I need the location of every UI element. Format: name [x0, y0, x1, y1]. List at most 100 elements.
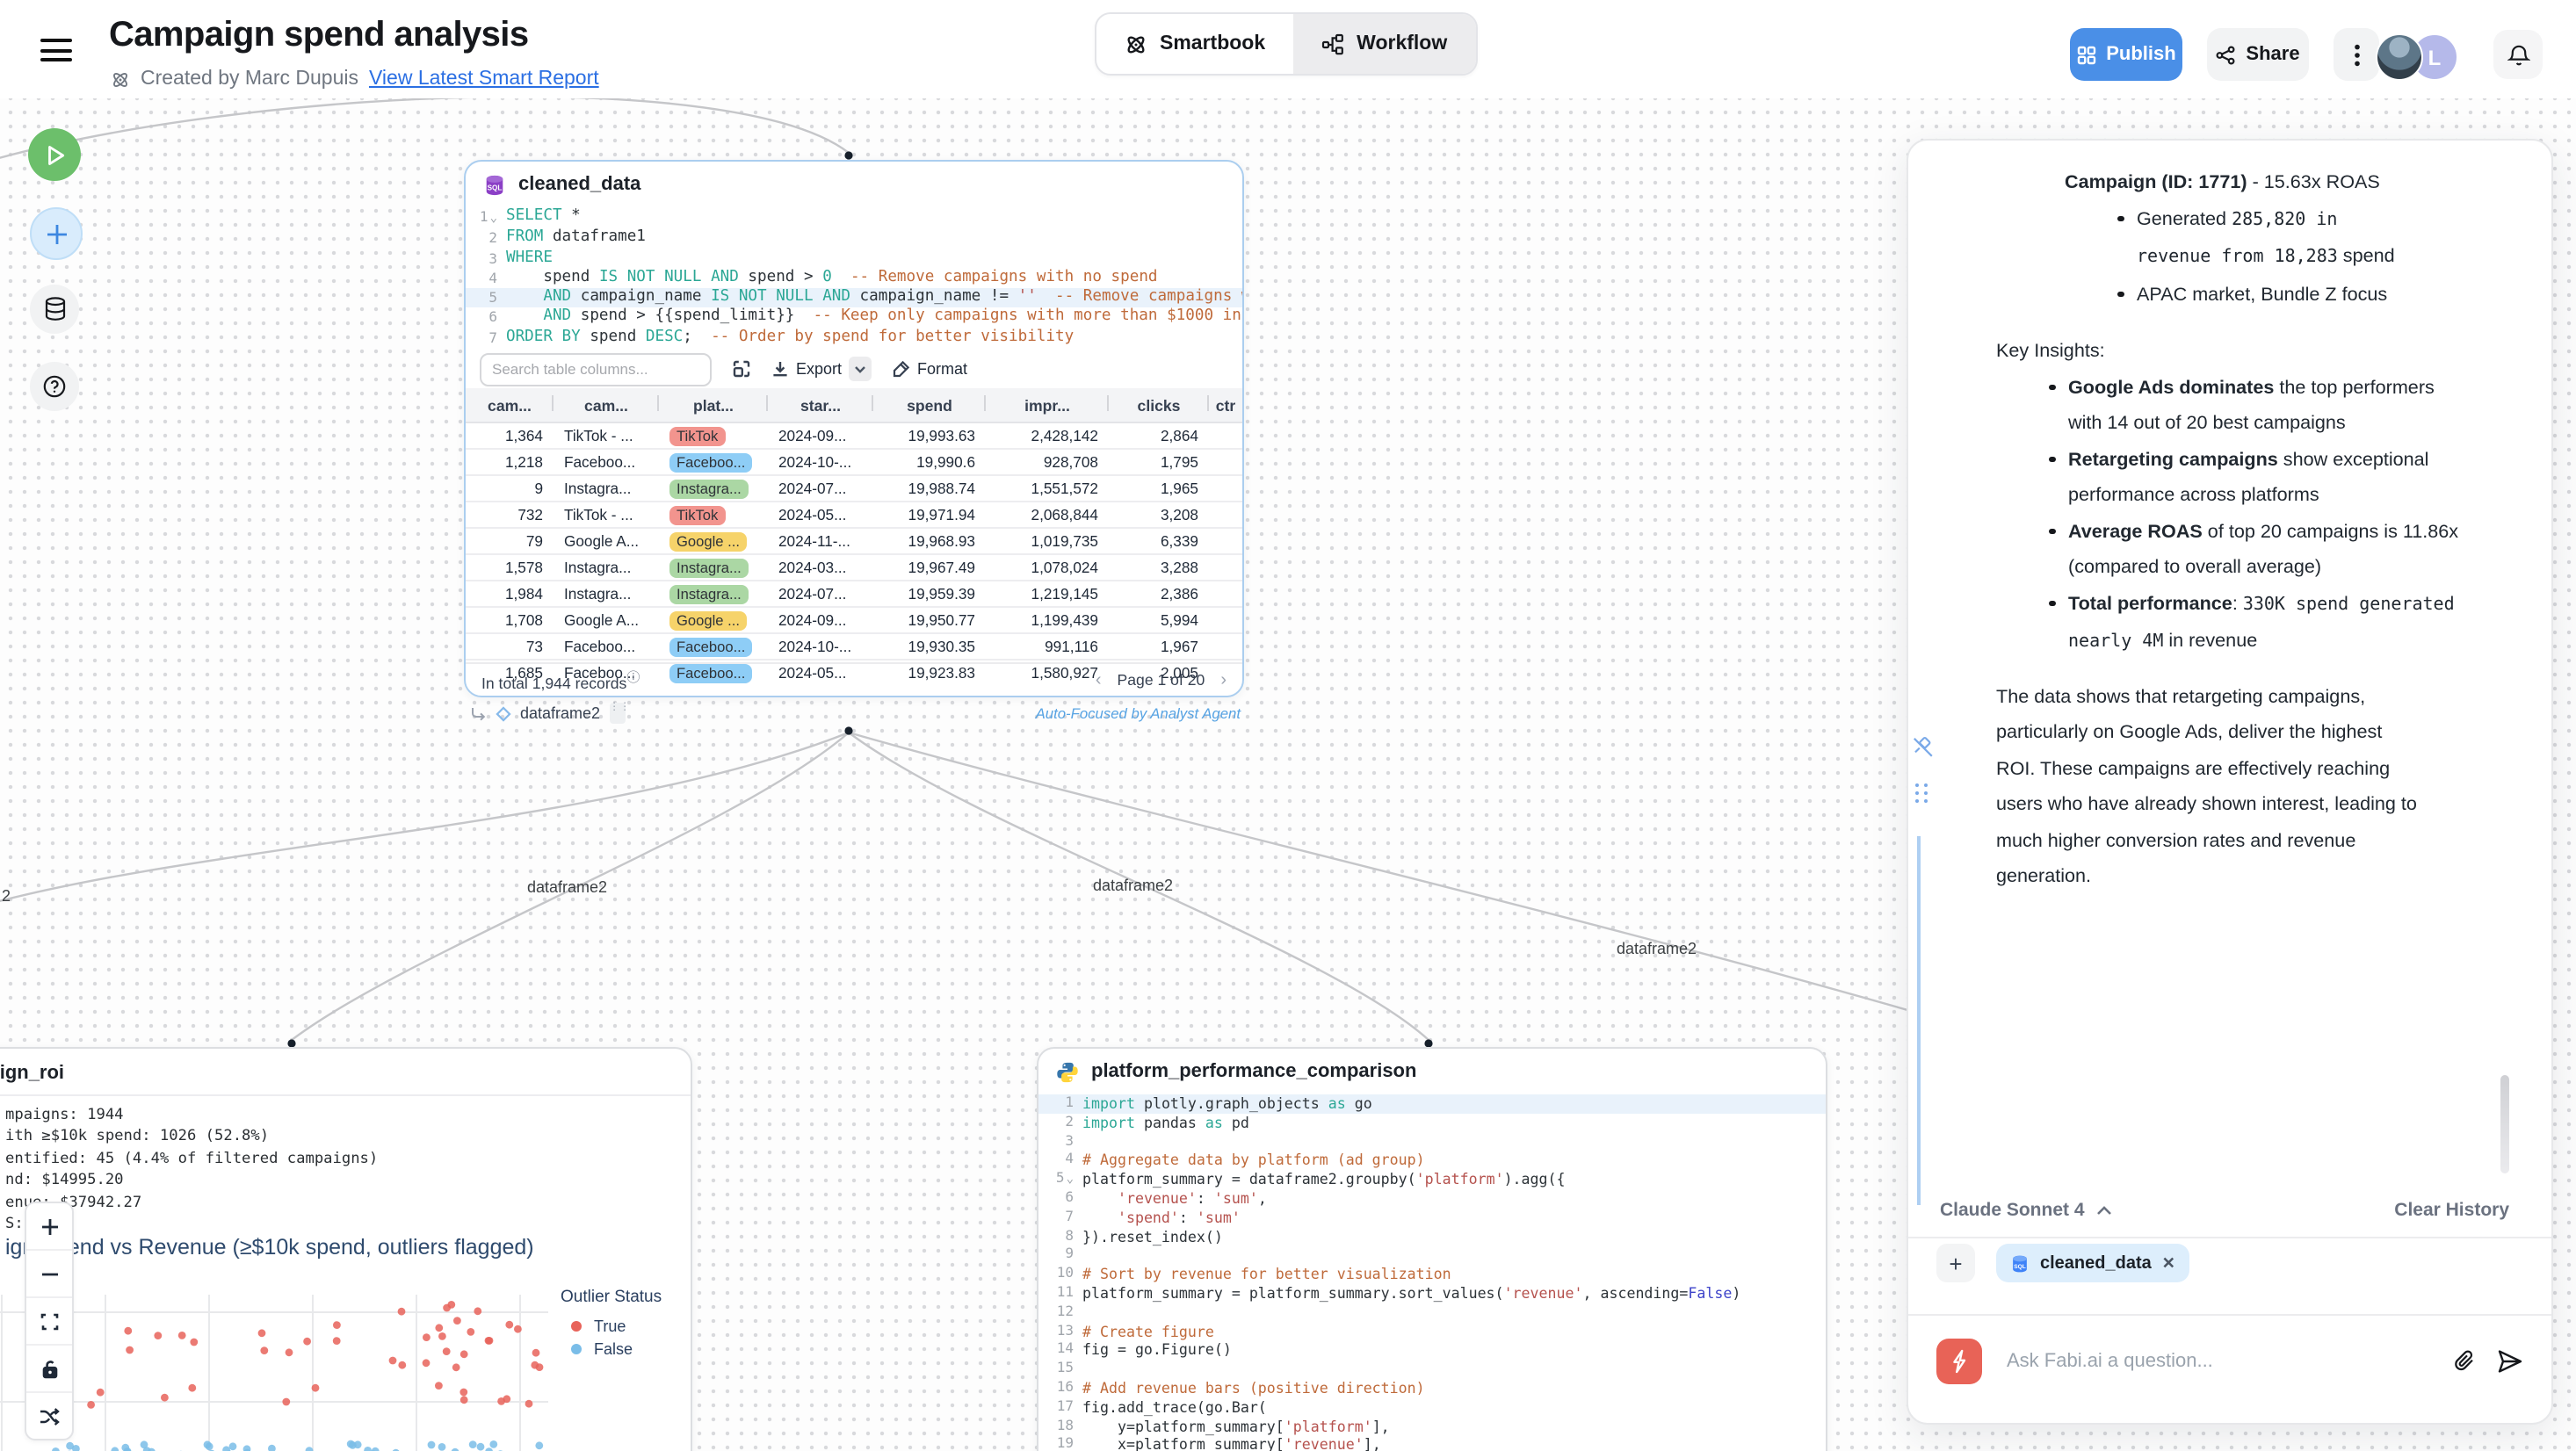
divider	[1908, 1237, 2551, 1238]
node-header[interactable]: platform_performance_comparison	[1038, 1049, 1826, 1094]
records-count: In total 1,944 recordsⓘ	[481, 668, 640, 692]
export-button[interactable]: Export	[771, 357, 872, 381]
prev-page-button[interactable]: ‹	[1096, 670, 1102, 689]
divider	[1908, 1314, 2551, 1316]
platform-badge: Google ...	[669, 531, 747, 551]
avatar-photo[interactable]	[2376, 33, 2423, 81]
next-page-button[interactable]: ›	[1220, 670, 1226, 689]
format-button[interactable]: Format	[893, 360, 967, 378]
top-bar: Campaign spend analysis Created by Marc …	[0, 0, 2576, 98]
table-row[interactable]: 1,218Faceboo...Faceboo...2024-10-...19,9…	[466, 449, 1242, 475]
chat-message-block: Campaign (ID: 1771) - 15.63x ROAS	[2065, 165, 2551, 201]
bell-icon	[2507, 43, 2529, 66]
ai-chat-panel: Campaign (ID: 1771) - 15.63x ROASGenerat…	[1907, 139, 2553, 1425]
sql-icon: SQL	[483, 173, 506, 196]
tab-workflow[interactable]: Workflow	[1293, 14, 1475, 74]
table-toolbar: Export Format	[466, 350, 1242, 388]
model-selector[interactable]: Claude Sonnet 4	[1940, 1200, 2113, 1221]
code-line: 16# Add revenue bars (positive direction…	[1038, 1379, 1826, 1398]
platform-badge: Faceboo...	[669, 452, 752, 472]
column-header[interactable]: impr...	[986, 388, 1109, 422]
edge-label-dataframe2: 2	[2, 887, 11, 905]
menu-icon[interactable]	[40, 39, 72, 63]
table-row[interactable]: 73Faceboo...Faceboo...2024-10-...19,930.…	[466, 633, 1242, 660]
column-header[interactable]: cam...	[554, 388, 659, 422]
code-line: 8}).reset_index()	[1038, 1227, 1826, 1246]
code-line: 14fig = go.Figure()	[1038, 1341, 1826, 1361]
zoom-out-button[interactable]	[26, 1251, 72, 1298]
edge-label-dataframe2: dataframe2	[527, 878, 607, 896]
platform-badge: TikTok	[669, 426, 725, 445]
table-header-row[interactable]: cam...cam...plat...star...spendimpr...cl…	[466, 388, 1242, 422]
python-icon	[1056, 1060, 1079, 1083]
output-dataframe-label[interactable]: dataframe2	[520, 704, 600, 722]
add-context-button[interactable]: +	[1936, 1244, 1975, 1282]
chart-title: ign Spend vs Revenue (≥$10k spend, outli…	[5, 1235, 534, 1260]
svg-text:SQL: SQL	[488, 184, 503, 191]
fit-view-button[interactable]	[26, 1298, 72, 1346]
table-footer: In total 1,944 recordsⓘ ‹ Page 1 of 20 ›	[466, 662, 1242, 696]
send-icon[interactable]	[2497, 1349, 2523, 1374]
table-row[interactable]: 9Instagra...Instagra...2024-07...19,988.…	[466, 475, 1242, 502]
chat-transcript[interactable]: Campaign (ID: 1771) - 15.63x ROASGenerat…	[1908, 141, 2551, 1188]
remove-chip-icon[interactable]: ✕	[2162, 1253, 2175, 1273]
screenshot-stage: dataframe2 dataframe2 dataframe2 2 SQL clea…	[0, 0, 2576, 1451]
node-cleaned-data-header[interactable]: SQL cleaned_data	[466, 162, 1242, 207]
expand-table-button[interactable]	[733, 360, 750, 378]
column-header[interactable]: clicks	[1109, 388, 1209, 422]
table-row[interactable]: 79Google A...Google ...2024-11-...19,968…	[466, 528, 1242, 554]
scatter-plot[interactable]	[0, 1291, 555, 1451]
table-row[interactable]: 732TikTok - ...TikTok2024-05...19,971.94…	[466, 502, 1242, 528]
legend-dot-false	[571, 1344, 582, 1354]
node-title: campaign_roi	[0, 1063, 64, 1084]
table-row[interactable]: 1,708Google A...Google ...2024-09...19,9…	[466, 607, 1242, 633]
byline: Created by Marc Dupuis View Latest Smart…	[111, 69, 599, 90]
shuffle-layout-button[interactable]	[26, 1393, 72, 1439]
search-table-columns-input[interactable]	[480, 352, 712, 386]
zoom-in-button[interactable]	[26, 1203, 72, 1251]
publish-button[interactable]: Publish	[2070, 28, 2182, 81]
node-cleaned-data[interactable]: SQL cleaned_data 1⌄SELECT *2FROM datafra…	[464, 160, 1244, 697]
auto-focus-note: Auto-Focused by Analyst Agent	[1036, 704, 1241, 722]
view-latest-smart-report-link[interactable]: View Latest Smart Report	[369, 69, 599, 90]
clear-history-button[interactable]: Clear History	[2394, 1200, 2509, 1221]
code-line: 6 AND spend > {{spend_limit}} -- Keep on…	[466, 308, 1242, 328]
attach-icon[interactable]	[2453, 1349, 2476, 1374]
edge-label-dataframe2: dataframe2	[1093, 877, 1173, 894]
legend-item-true[interactable]: True	[571, 1317, 662, 1335]
run-workflow-button[interactable]	[28, 128, 81, 181]
share-button[interactable]: Share	[2207, 28, 2309, 81]
column-header[interactable]: plat...	[659, 388, 768, 422]
table-row[interactable]: 1,984Instagra...Instagra...2024-07...19,…	[466, 581, 1242, 607]
python-code-editor[interactable]: 1import plotly.graph_objects as go2impor…	[1038, 1094, 1826, 1451]
add-node-button[interactable]	[30, 207, 83, 260]
dataframe-diamond-icon	[496, 705, 511, 721]
panel-scrollbar[interactable]	[2500, 1075, 2509, 1173]
chat-message-block: Generated 285,820 in revenue from 18,283…	[2117, 201, 2421, 277]
help-button[interactable]	[30, 362, 79, 411]
tab-smartbook[interactable]: Smartbook	[1096, 14, 1293, 74]
more-options-button[interactable]	[2334, 28, 2379, 81]
info-icon[interactable]: ⓘ	[626, 669, 640, 685]
legend-item-false[interactable]: False	[571, 1340, 662, 1358]
column-header[interactable]: spend	[873, 388, 986, 422]
page-title: Campaign spend analysis	[109, 16, 529, 56]
chat-message-block: The data shows that retargeting campaign…	[1996, 679, 2418, 895]
code-line: 19 x=platform_summary['revenue'],	[1038, 1436, 1826, 1451]
sql-code-editor[interactable]: 1⌄SELECT *2FROM dataframe13WHERE4 spend …	[466, 207, 1242, 348]
table-row[interactable]: 1,578Instagra...Instagra...2024-03...19,…	[466, 554, 1242, 581]
drag-handle-icon[interactable]: ⋮⋮	[609, 703, 625, 724]
ask-question-input[interactable]	[2003, 1349, 2432, 1374]
column-header[interactable]: star...	[768, 388, 873, 422]
column-header[interactable]: ctr	[1209, 388, 1242, 422]
export-dropdown-chevron[interactable]	[849, 357, 872, 381]
node-platform-performance-comparison[interactable]: platform_performance_comparison 1import …	[1037, 1047, 1827, 1451]
lock-button[interactable]	[26, 1346, 72, 1393]
context-chip-cleaned-data[interactable]: SQL cleaned_data ✕	[1996, 1244, 2189, 1282]
lightning-icon	[1949, 1349, 1970, 1374]
column-header[interactable]: cam...	[466, 388, 554, 422]
notifications-button[interactable]	[2493, 30, 2543, 79]
data-sources-button[interactable]	[30, 285, 79, 334]
table-row[interactable]: 1,364TikTok - ...TikTok2024-09...19,993.…	[466, 422, 1242, 449]
code-line: 13# Create figure	[1038, 1322, 1826, 1341]
